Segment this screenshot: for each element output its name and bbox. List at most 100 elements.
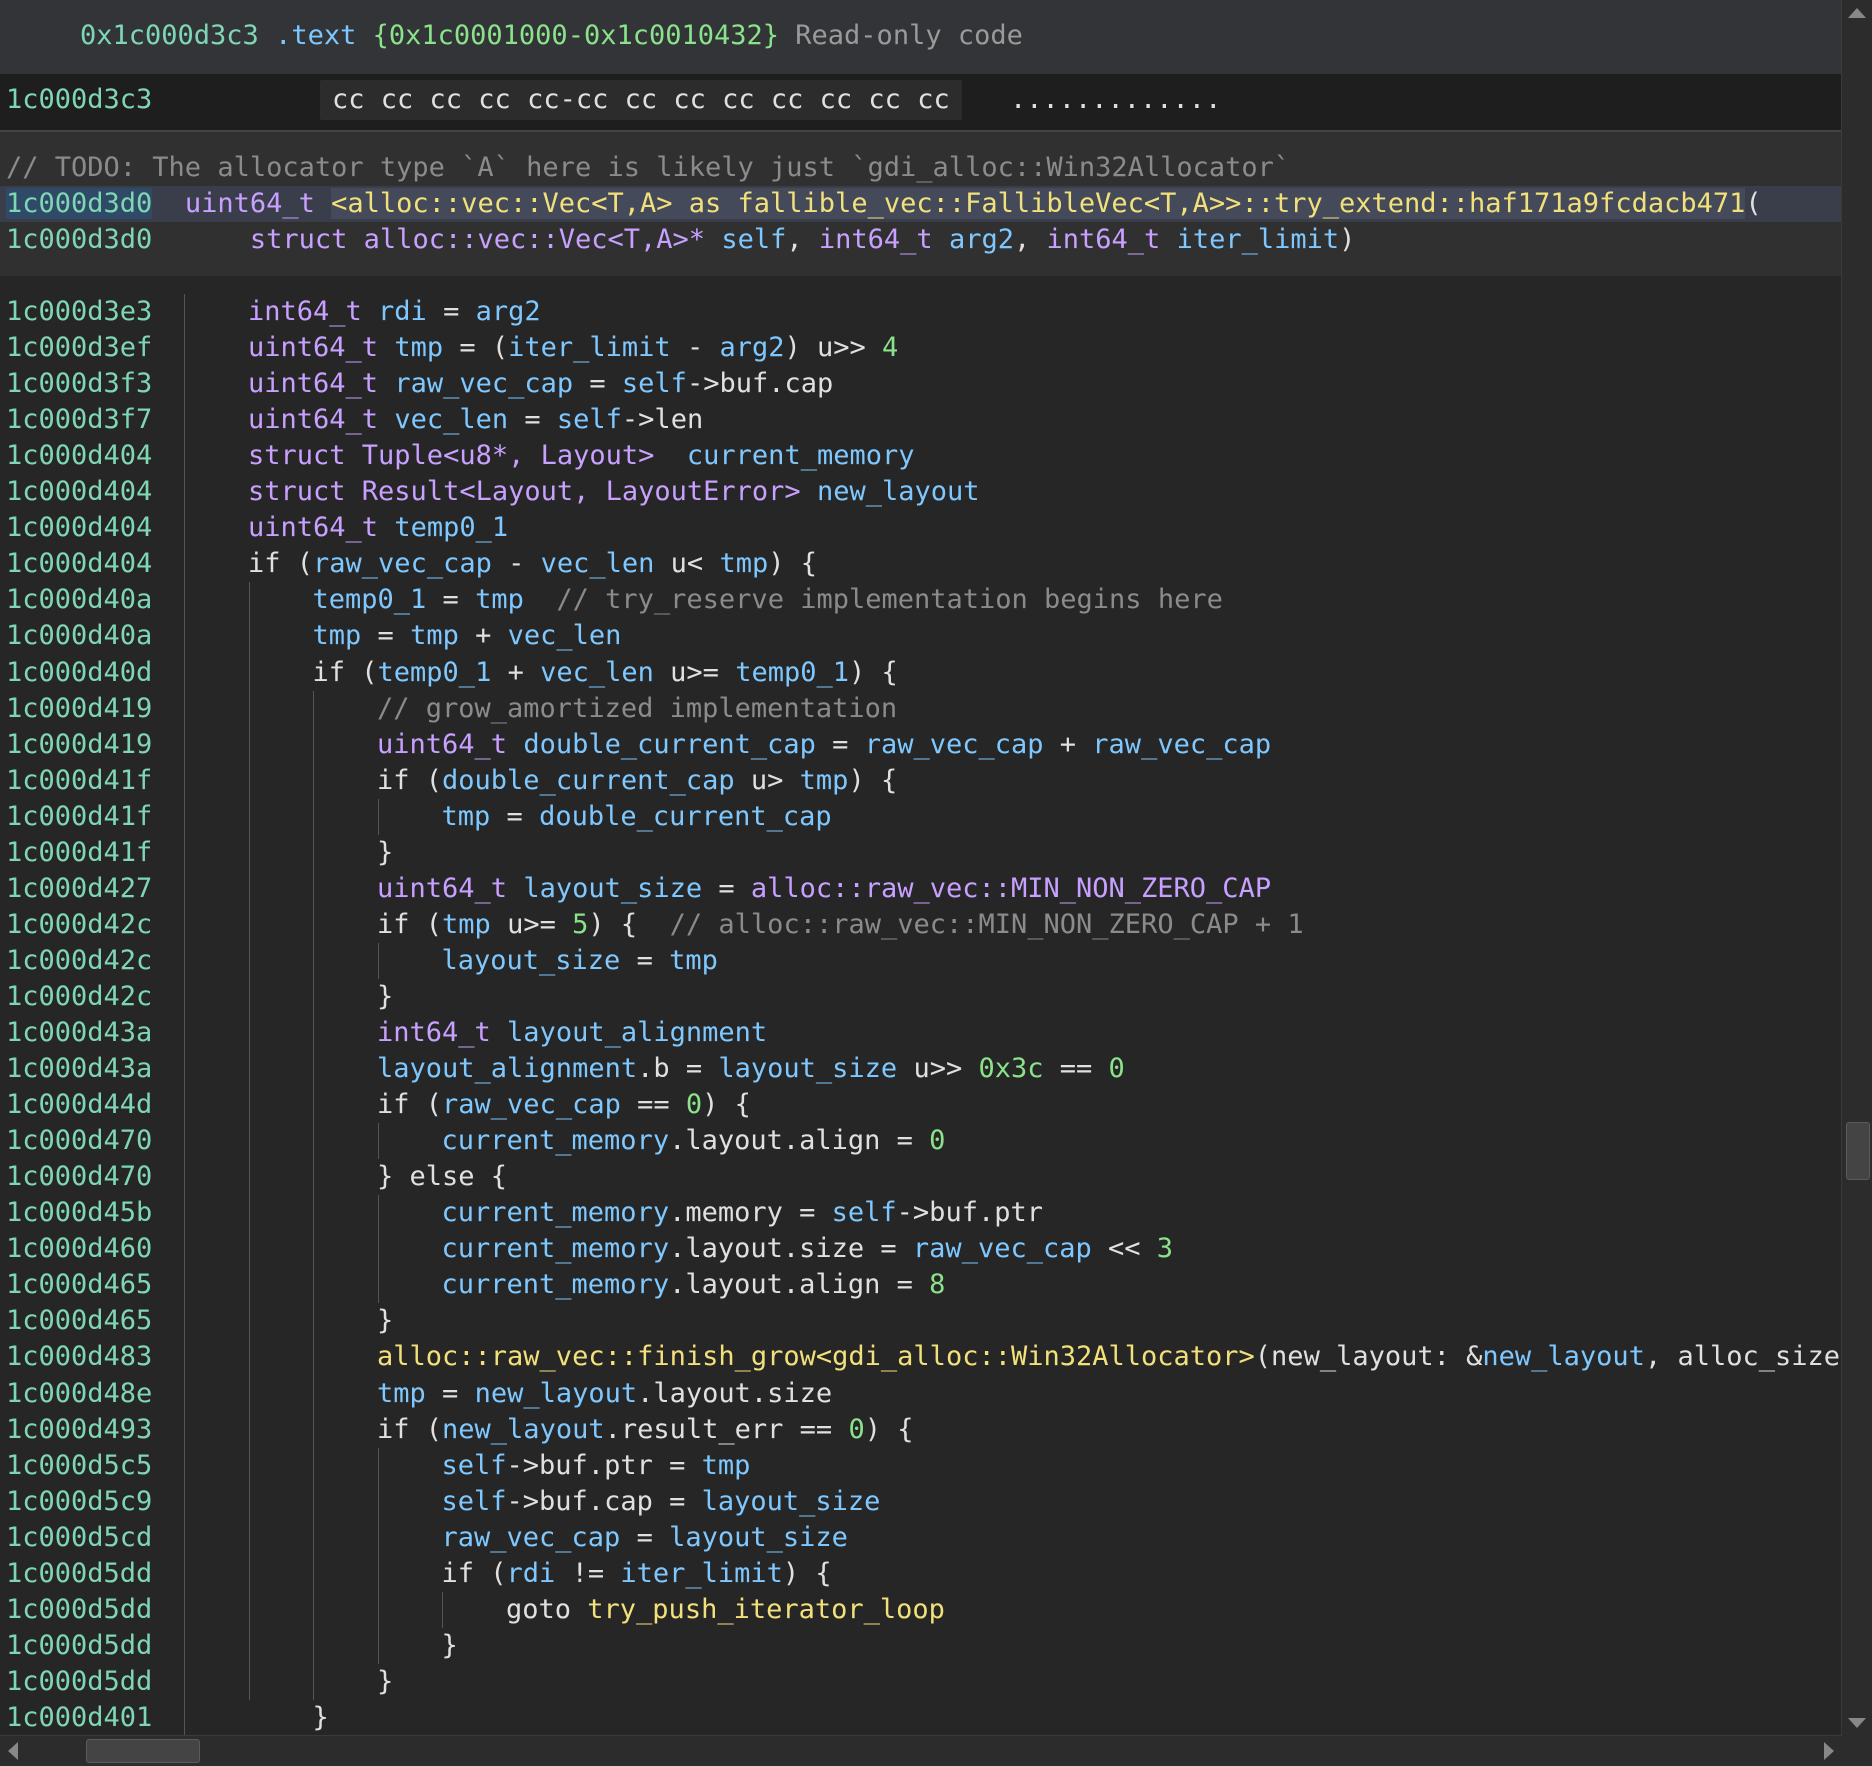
- line-address[interactable]: 1c000d427: [6, 871, 152, 907]
- code-token-func[interactable]: alloc::raw_vec::finish_grow<gdi_alloc::W…: [377, 1341, 1255, 1372]
- line-address[interactable]: 1c000d470: [6, 1123, 152, 1159]
- code-token-var[interactable]: raw_vec_cap: [442, 1522, 621, 1553]
- line-address[interactable]: 1c000d41f: [6, 799, 152, 835]
- line-address[interactable]: 1c000d460: [6, 1231, 152, 1267]
- code-token-var[interactable]: tmp: [313, 620, 362, 651]
- code-token-var[interactable]: self: [442, 1486, 507, 1517]
- function-name[interactable]: <alloc::vec::Vec<T,A> as fallible_vec::F…: [331, 188, 1746, 219]
- line-address[interactable]: 1c000d465: [6, 1303, 152, 1339]
- line-address[interactable]: 1c000d401: [6, 1700, 152, 1736]
- horizontal-scroll-thumb[interactable]: [86, 1739, 200, 1763]
- line-address[interactable]: 1c000d404: [6, 546, 152, 582]
- code-token-var[interactable]: vec_len: [508, 620, 622, 651]
- line-address[interactable]: 1c000d404: [6, 474, 152, 510]
- line-address[interactable]: 1c000d419: [6, 691, 152, 727]
- code-token-var[interactable]: self: [557, 404, 622, 435]
- code-token-var[interactable]: iter_limit: [508, 332, 671, 363]
- code-token-var[interactable]: tmp: [410, 620, 459, 651]
- section-name[interactable]: .text: [275, 20, 356, 51]
- scroll-down-arrow-icon[interactable]: [1848, 1718, 1866, 1728]
- code-token-var[interactable]: self: [622, 368, 687, 399]
- param2-name[interactable]: arg2: [949, 224, 1014, 255]
- line-address[interactable]: 1c000d45b: [6, 1195, 152, 1231]
- code-token-var[interactable]: layout_size: [442, 945, 621, 976]
- line-address[interactable]: 1c000d3f7: [6, 402, 152, 438]
- code-token-var[interactable]: tmp: [719, 548, 768, 579]
- code-token-var[interactable]: new_layout: [817, 476, 980, 507]
- line-address[interactable]: 1c000d43a: [6, 1051, 152, 1087]
- code-token-var[interactable]: new_layout: [1482, 1341, 1645, 1372]
- code-token-var[interactable]: tmp: [377, 1378, 426, 1409]
- code-token-var[interactable]: tmp: [442, 909, 491, 940]
- param1-name[interactable]: self: [721, 224, 786, 255]
- code-token-var[interactable]: raw_vec_cap: [865, 729, 1044, 760]
- code-token-var[interactable]: layout_size: [523, 873, 702, 904]
- line-address[interactable]: 1c000d3ef: [6, 330, 152, 366]
- hex-bytes[interactable]: cc cc cc cc cc-cc cc cc cc cc cc cc cc: [320, 80, 962, 120]
- code-token-var[interactable]: current_memory: [442, 1269, 670, 1300]
- code-token-var[interactable]: tmp: [394, 332, 443, 363]
- code-token-var[interactable]: layout_size: [718, 1053, 897, 1084]
- code-token-var[interactable]: layout_alignment: [377, 1053, 637, 1084]
- line-address[interactable]: 1c000d5c9: [6, 1484, 152, 1520]
- code-token-var[interactable]: tmp: [702, 1450, 751, 1481]
- line-address[interactable]: 1c000d40a: [6, 618, 152, 654]
- code-token-var[interactable]: rdi: [507, 1558, 556, 1589]
- line-address[interactable]: 1c000d5cd: [6, 1520, 152, 1556]
- code-token-var[interactable]: tmp: [442, 801, 491, 832]
- code-token-var[interactable]: new_layout: [475, 1378, 638, 1409]
- line-address[interactable]: 1c000d42c: [6, 907, 152, 943]
- param2-type[interactable]: int64_t: [819, 224, 933, 255]
- line-address[interactable]: 1c000d5dd: [6, 1592, 152, 1628]
- line-address[interactable]: 1c000d404: [6, 438, 152, 474]
- code-token-var[interactable]: self: [442, 1450, 507, 1481]
- vertical-scroll-thumb[interactable]: [1846, 1122, 1870, 1180]
- scroll-right-arrow-icon[interactable]: [1824, 1742, 1834, 1760]
- line-address[interactable]: 1c000d40d: [6, 655, 152, 691]
- line-address[interactable]: 1c000d419: [6, 727, 152, 763]
- line-address[interactable]: 1c000d42c: [6, 979, 152, 1015]
- code-token-var[interactable]: iter_limit: [620, 1558, 783, 1589]
- code-token-var[interactable]: vec_len: [394, 404, 508, 435]
- line-address[interactable]: 1c000d3e3: [6, 294, 152, 330]
- line-address[interactable]: 1c000d404: [6, 510, 152, 546]
- code-token-var[interactable]: raw_vec_cap: [394, 368, 573, 399]
- code-token-var[interactable]: current_memory: [687, 440, 915, 471]
- line-address[interactable]: 1c000d48e: [6, 1376, 152, 1412]
- code-token-var[interactable]: new_layout: [442, 1414, 605, 1445]
- param1-type[interactable]: alloc::vec::Vec<T,A>*: [364, 224, 705, 255]
- section-address[interactable]: 0x1c000d3c3: [80, 20, 259, 51]
- param3-type[interactable]: int64_t: [1047, 224, 1161, 255]
- code-token-var[interactable]: layout_size: [702, 1486, 881, 1517]
- code-token-var[interactable]: double_current_cap: [442, 765, 735, 796]
- code-token-var[interactable]: rdi: [378, 296, 427, 327]
- line-address[interactable]: 1c000d5c5: [6, 1448, 152, 1484]
- code-token-var[interactable]: double_current_cap: [539, 801, 832, 832]
- line-address[interactable]: 1c000d42c: [6, 943, 152, 979]
- line-address[interactable]: 1c000d3f3: [6, 366, 152, 402]
- code-token-var[interactable]: raw_vec_cap: [1092, 729, 1271, 760]
- line-address[interactable]: 1c000d40a: [6, 582, 152, 618]
- code-token-var[interactable]: tmp: [475, 584, 524, 615]
- horizontal-scrollbar[interactable]: [0, 1735, 1842, 1766]
- scroll-left-arrow-icon[interactable]: [8, 1742, 18, 1760]
- code-token-var[interactable]: self: [832, 1197, 897, 1228]
- line-address[interactable]: 1c000d5dd: [6, 1628, 152, 1664]
- code-token-var[interactable]: current_memory: [442, 1233, 670, 1264]
- line-address[interactable]: 1c000d44d: [6, 1087, 152, 1123]
- line-address[interactable]: 1c000d5dd: [6, 1556, 152, 1592]
- code-token-var[interactable]: vec_len: [541, 548, 655, 579]
- code-token-func[interactable]: try_push_iterator_loop: [587, 1594, 945, 1625]
- function-return-type[interactable]: uint64_t: [185, 188, 315, 219]
- code-token-var[interactable]: temp0_1: [394, 512, 508, 543]
- code-token-var[interactable]: layout_alignment: [507, 1017, 767, 1048]
- code-token-var[interactable]: arg2: [719, 332, 784, 363]
- vertical-scrollbar[interactable]: [1841, 0, 1872, 1736]
- code-token-var[interactable]: layout_size: [669, 1522, 848, 1553]
- line-address[interactable]: 1c000d41f: [6, 763, 152, 799]
- code-token-var[interactable]: current_memory: [442, 1125, 670, 1156]
- line-address[interactable]: 1c000d465: [6, 1267, 152, 1303]
- code-token-var[interactable]: raw_vec_cap: [313, 548, 492, 579]
- line-address[interactable]: 1c000d483: [6, 1339, 152, 1375]
- code-token-var[interactable]: temp0_1: [313, 584, 427, 615]
